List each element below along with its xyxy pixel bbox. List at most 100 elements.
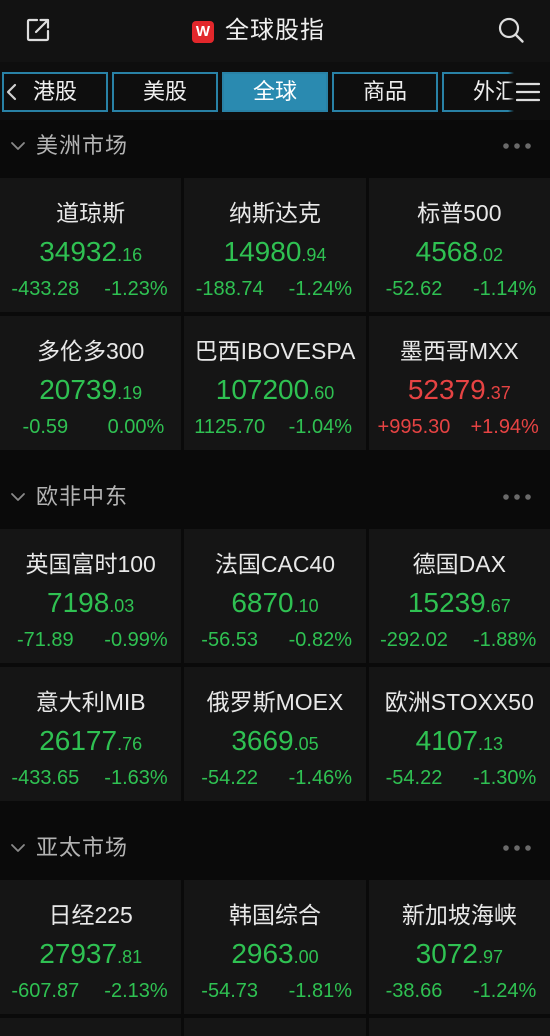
index-price-decimal: .02 (477, 245, 503, 265)
index-name: 日经225 (48, 902, 133, 928)
index-change-row: -0.59 0.00% (0, 415, 181, 439)
index-price: 7198.03 (47, 586, 134, 620)
index-price-decimal: .81 (117, 947, 143, 967)
index-change-percent: -1.46% (288, 767, 352, 789)
index-change-row: -54.22 -1.46% (184, 766, 365, 790)
index-price-decimal: .97 (477, 947, 503, 967)
index-change-percent: -0.82% (288, 629, 352, 651)
index-price-integer: 4568 (415, 236, 478, 267)
index-card[interactable]: 意大利MIB 26177.76 -433.65 -1.63% (0, 667, 182, 801)
index-change: -0.59 (22, 416, 69, 438)
index-card[interactable]: 法国CAC40 6870.10 -56.53 -0.82% (184, 529, 366, 663)
index-card[interactable]: 韩国综合 2963.00 -54.73 -1.81% (184, 880, 366, 1014)
index-change-row: -433.65 -1.63% (0, 766, 181, 790)
index-change-percent: -1.88% (472, 629, 537, 651)
hamburger-menu-icon[interactable] (516, 82, 540, 102)
index-card[interactable] (184, 1018, 366, 1036)
index-card[interactable]: 俄罗斯MOEX 3669.05 -54.22 -1.46% (184, 667, 366, 801)
index-price-integer: 3669 (231, 725, 294, 756)
search-icon[interactable] (497, 16, 525, 44)
index-card[interactable]: 道琼斯 34932.16 -433.28 -1.23% (0, 178, 182, 312)
index-price-integer: 14980 (223, 236, 302, 267)
share-icon[interactable] (24, 16, 52, 44)
tab-us-stocks[interactable]: 美股 (112, 72, 218, 112)
index-change-row: +995.30 +1.94% (369, 415, 550, 439)
index-price-integer: 107200 (215, 374, 310, 405)
market-list: 美洲市场 道琼斯 34932.16 -433.28 -1.23% 纳斯达克 149… (0, 120, 550, 1036)
index-price-integer: 2963 (231, 938, 294, 969)
index-change: -52.62 (385, 278, 443, 300)
index-change-row: -56.53 -0.82% (184, 628, 365, 652)
index-price-decimal: .37 (485, 383, 511, 403)
index-change-row: -607.87 -2.13% (0, 979, 181, 1003)
section-title: 欧非中东 (36, 484, 129, 509)
index-change-percent: -1.30% (472, 767, 537, 789)
chevron-left-icon[interactable] (5, 82, 19, 102)
index-card[interactable]: 新加坡海峡 3072.97 -38.66 -1.24% (368, 880, 550, 1014)
index-price-decimal: .03 (109, 596, 135, 616)
index-change-row: -38.66 -1.24% (369, 979, 550, 1003)
chevron-down-icon (11, 493, 25, 501)
index-name: 巴西IBOVESPA (194, 338, 356, 364)
index-price-decimal: .76 (117, 734, 143, 754)
index-change-row: 1125.70 -1.04% (184, 415, 365, 439)
index-price: 2963.00 (231, 937, 318, 971)
index-change: -54.22 (201, 767, 259, 789)
index-price-integer: 15239 (407, 587, 486, 618)
index-card[interactable]: 德国DAX 15239.67 -292.02 -1.88% (368, 529, 550, 663)
index-card[interactable] (0, 1018, 182, 1036)
index-price: 27937.81 (39, 937, 142, 971)
index-price-decimal: .00 (293, 947, 319, 967)
index-card[interactable]: 墨西哥MXX 52379.37 +995.30 +1.94% (368, 316, 550, 450)
more-dots-icon[interactable] (503, 845, 531, 851)
section-header[interactable]: 美洲市场 (0, 120, 550, 172)
index-grid: 日经225 27937.81 -607.87 -2.13% 韩国综合 2963.0… (0, 880, 550, 1036)
index-card[interactable]: 英国富时100 7198.03 -71.89 -0.99% (0, 529, 182, 663)
index-price-decimal: .05 (293, 734, 319, 754)
index-price: 6870.10 (231, 586, 318, 620)
section-header[interactable]: 欧非中东 (0, 471, 550, 523)
index-price: 34932.16 (39, 235, 142, 269)
index-change: +995.30 (377, 416, 451, 438)
index-card[interactable]: 纳斯达克 14980.94 -188.74 -1.24% (184, 178, 366, 312)
index-name: 道琼斯 (56, 200, 126, 226)
index-change: -433.28 (11, 278, 80, 300)
index-change-percent: -1.63% (104, 767, 168, 789)
index-price: 3072.97 (416, 937, 503, 971)
section-title: 亚太市场 (36, 835, 129, 860)
index-card[interactable]: 巴西IBOVESPA 107200.60 1125.70 -1.04% (184, 316, 366, 450)
index-name: 意大利MIB (35, 689, 146, 715)
index-change-percent: -2.13% (104, 980, 168, 1002)
index-price-integer: 26177 (39, 725, 118, 756)
more-dots-icon[interactable] (503, 494, 531, 500)
index-change: -433.65 (11, 767, 80, 789)
index-card[interactable]: 标普500 4568.02 -52.62 -1.14% (368, 178, 550, 312)
index-price-decimal: .16 (117, 245, 143, 265)
index-name: 标普500 (417, 200, 502, 226)
section-header[interactable]: 亚太市场 (0, 822, 550, 874)
index-change-percent: -1.81% (288, 980, 352, 1002)
index-name: 英国富时100 (25, 551, 156, 577)
index-price-integer: 52379 (407, 374, 486, 405)
index-price-decimal: .19 (117, 383, 143, 403)
index-card[interactable] (368, 1018, 550, 1036)
tab-global[interactable]: 全球 (222, 72, 328, 112)
index-change: -54.22 (385, 767, 443, 789)
index-change-percent: -1.24% (288, 278, 352, 300)
app-logo: W (192, 21, 214, 43)
index-grid: 道琼斯 34932.16 -433.28 -1.23% 纳斯达克 14980.94… (0, 178, 550, 450)
index-card[interactable]: 多伦多300 20739.19 -0.59 0.00% (0, 316, 182, 450)
index-card[interactable]: 欧洲STOXX50 4107.13 -54.22 -1.30% (368, 667, 550, 801)
index-change: 1125.70 (194, 416, 266, 438)
more-dots-icon[interactable] (503, 143, 531, 149)
index-change: -38.66 (385, 980, 443, 1002)
tab-commodities[interactable]: 商品 (332, 72, 438, 112)
index-price-decimal: .94 (301, 245, 327, 265)
index-price-integer: 34932 (39, 236, 118, 267)
index-name: 俄罗斯MOEX (206, 689, 344, 715)
index-change-percent: -1.24% (472, 980, 537, 1002)
index-card[interactable]: 日经225 27937.81 -607.87 -2.13% (0, 880, 182, 1014)
market-section: 美洲市场 道琼斯 34932.16 -433.28 -1.23% 纳斯达克 149… (0, 120, 550, 450)
index-change-row: -54.73 -1.81% (184, 979, 365, 1003)
index-name: 纳斯达克 (228, 200, 321, 226)
